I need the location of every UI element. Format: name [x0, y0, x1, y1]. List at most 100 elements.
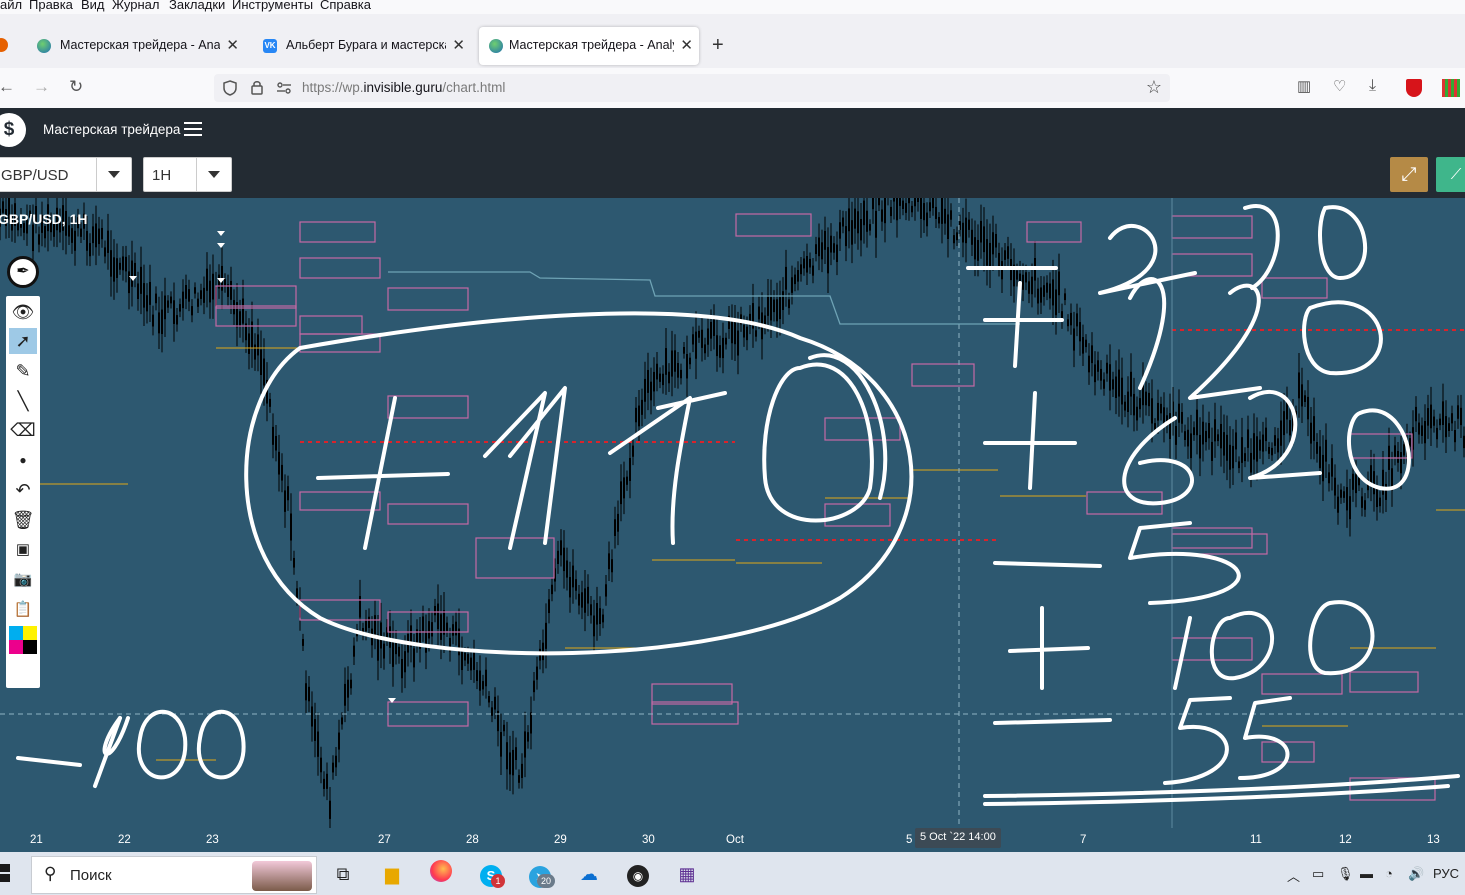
hamburger-menu-icon[interactable] — [184, 122, 202, 136]
language-indicator[interactable]: РУС — [1433, 866, 1459, 881]
new-tab-button[interactable]: + — [712, 34, 724, 57]
file-explorer-icon[interactable]: ▆ — [377, 860, 407, 888]
candle-body — [476, 670, 478, 682]
undo-icon[interactable]: ↶ — [9, 477, 37, 503]
interval-select[interactable]: 1H — [143, 157, 232, 192]
clipboard-icon[interactable]: 📋 — [9, 597, 37, 623]
calculator-icon[interactable]: ▦ — [672, 860, 702, 888]
candle-body — [278, 451, 280, 475]
menu-edit[interactable]: Правка — [29, 0, 73, 12]
menu-tools[interactable]: Инструменты — [232, 0, 313, 12]
pen-tool-icon[interactable]: ✒ — [7, 256, 39, 288]
firefox-icon[interactable] — [426, 860, 456, 888]
candle-body — [161, 309, 163, 335]
clear-tool-icon[interactable]: ▣ — [9, 537, 37, 563]
zone-box — [651, 683, 733, 705]
trash-icon[interactable]: 🗑 — [9, 507, 37, 533]
shield-icon[interactable] — [222, 80, 238, 96]
tab-vk[interactable]: VK Альберт Бурага и мастерская ✕ — [253, 27, 471, 65]
candle-body — [1400, 452, 1402, 474]
chevron-down-icon[interactable] — [196, 158, 231, 191]
indicators-button[interactable]: ⟋ — [1436, 157, 1465, 192]
back-icon[interactable]: ← — [0, 77, 15, 97]
candle-body — [509, 752, 511, 775]
chevron-up-icon[interactable]: ︿ — [1287, 866, 1300, 885]
pocket-icon[interactable]: ♡ — [1333, 77, 1346, 95]
onedrive-icon[interactable]: ☁ — [574, 860, 604, 888]
hw-minus-55-right — [993, 696, 1292, 785]
line-tool-icon[interactable]: ╲ — [9, 388, 37, 414]
bookmark-star-icon[interactable]: ☆ — [1146, 77, 1162, 98]
battery-icon[interactable]: ▬ — [1360, 866, 1373, 881]
candle-body — [1175, 425, 1177, 445]
menu-help[interactable]: Справка — [320, 0, 371, 12]
sidebar-icon[interactable]: ▥ — [1297, 77, 1311, 95]
downloads-icon[interactable]: ⤓ — [1369, 77, 1376, 95]
meet-now-icon[interactable]: ▭ — [1312, 866, 1324, 882]
candle-body — [173, 300, 175, 324]
symbol-select[interactable]: GBP/USD — [0, 157, 132, 192]
color-palette-icon[interactable] — [9, 626, 37, 654]
price-chart[interactable]: GBP/USD, 1H ✒ 👁 ➚ ✎ ╲ ⌫ ● ↶ 🗑 ▣ 📷 📋 — [0, 198, 1465, 828]
firefox-view-icon[interactable] — [0, 38, 8, 52]
candle-body — [1148, 392, 1150, 407]
menu-bookmarks[interactable]: Закладки — [169, 0, 225, 12]
candle-body — [125, 256, 127, 272]
marker-tool-icon[interactable]: ✎ — [9, 358, 37, 384]
tab-traders-workshop-1[interactable]: Мастерская трейдера - Analysi ✕ — [27, 27, 245, 65]
microphone-icon[interactable]: 🎙 — [1337, 866, 1354, 882]
close-tab-icon[interactable]: ✕ — [452, 36, 465, 54]
taskbar-search[interactable]: ⚲ Поиск — [31, 856, 317, 894]
menu-view[interactable]: Вид — [81, 0, 105, 12]
candle-body — [812, 265, 814, 276]
lock-icon[interactable] — [250, 79, 264, 96]
tab-traders-workshop-active[interactable]: Мастерская трейдера - Analysi ✕ — [479, 27, 699, 65]
reload-icon[interactable]: ↻ — [69, 77, 83, 97]
forward-icon[interactable]: → — [33, 77, 50, 97]
brush-size-icon[interactable]: ● — [9, 447, 37, 473]
app-brand[interactable]: Мастерская трейдера — [43, 122, 180, 137]
camera-icon[interactable]: 📷 — [9, 567, 37, 593]
chart-canvas[interactable] — [0, 198, 1465, 828]
candle-body — [827, 247, 829, 274]
candle-body — [1226, 434, 1228, 461]
candle-body — [1418, 422, 1420, 435]
close-tab-icon[interactable]: ✕ — [680, 36, 693, 54]
skype-icon[interactable]: S1 — [476, 860, 506, 888]
candle-body — [707, 328, 709, 345]
candle-body — [461, 650, 463, 671]
chevron-down-icon[interactable] — [96, 158, 131, 191]
menu-bar: айл Правка Вид Журнал Закладки Инструмен… — [0, 0, 1465, 14]
zone-box — [824, 417, 901, 441]
extension-icon[interactable] — [1442, 79, 1460, 97]
tab-title: Мастерская трейдера - Analysi — [60, 38, 220, 52]
menu-file[interactable]: айл — [0, 0, 22, 12]
task-view-icon[interactable]: ⧉ — [328, 860, 358, 888]
candle-body — [320, 757, 322, 773]
start-icon[interactable] — [0, 864, 10, 882]
eraser-icon[interactable]: ⌫ — [9, 417, 37, 443]
fullscreen-button[interactable]: ⤢ — [1390, 157, 1428, 192]
obs-icon[interactable]: ◉ — [623, 860, 653, 888]
eye-icon[interactable]: 👁 — [9, 299, 37, 325]
zone-box — [1171, 215, 1253, 239]
telegram-icon[interactable]: ➤20 — [525, 860, 555, 888]
adblock-shield-icon[interactable] — [1406, 79, 1422, 97]
candle-body — [641, 399, 643, 415]
candle-body — [1409, 438, 1411, 447]
candle-body — [992, 232, 994, 255]
wifi-icon[interactable]: ◔ — [1385, 866, 1393, 881]
candle-body — [284, 490, 286, 512]
candle-body — [1145, 391, 1147, 406]
close-tab-icon[interactable]: ✕ — [226, 36, 239, 54]
dollar-logo-icon[interactable]: $ — [0, 113, 26, 147]
cursor-arrow-icon[interactable]: ➚ — [9, 328, 37, 354]
candle-body — [611, 559, 613, 573]
permissions-icon[interactable] — [276, 81, 292, 95]
zone-box — [735, 213, 812, 237]
candle-body — [527, 732, 529, 742]
volume-icon[interactable]: 🔊 — [1408, 866, 1424, 882]
candle-body — [917, 198, 919, 203]
menu-history[interactable]: Журнал — [112, 0, 159, 12]
url-bar[interactable]: https://wp.invisible.guru/chart.html ☆ — [214, 74, 1170, 102]
